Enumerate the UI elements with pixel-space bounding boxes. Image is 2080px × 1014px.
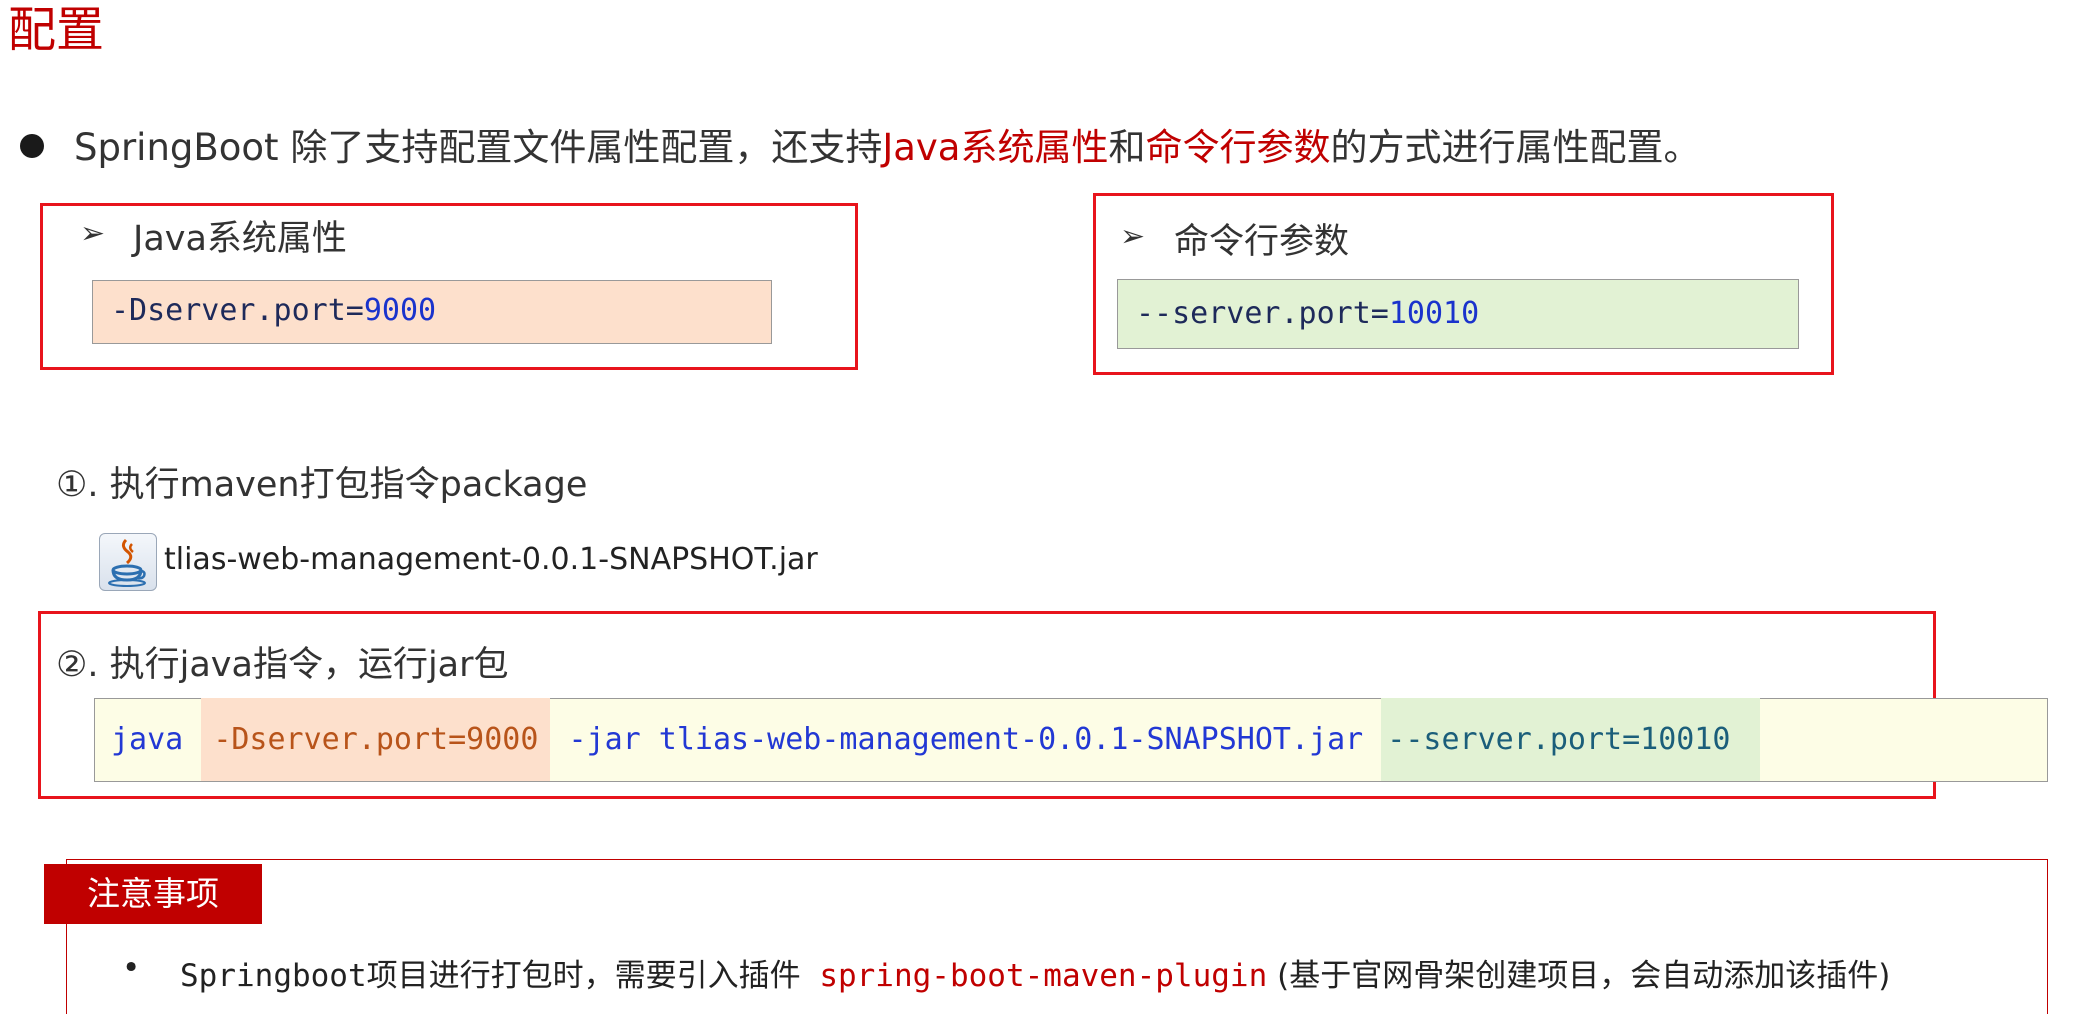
cmd-dprop: -Dserver.port=9000 (201, 698, 551, 781)
jar-file-name[interactable]: tlias-web-management-0.0.1-SNAPSHOT.jar (164, 542, 818, 577)
cmd-code-key: --server.port= (1136, 296, 1389, 331)
page-title: 配置 (8, 2, 105, 58)
notice-text-prefix: Springboot项目进行打包时，需要引入插件 (180, 958, 820, 994)
intro-suffix: 的方式进行属性配置。 (1330, 126, 1701, 169)
notice-text: Springboot项目进行打包时，需要引入插件 spring-boot-mav… (180, 950, 1890, 995)
java-props-label: Java系统属性 (133, 219, 347, 259)
arrow-icon: ➢ (80, 216, 106, 251)
notice-bullet: • (122, 950, 141, 986)
notice-plugin: spring-boot-maven-plugin (819, 958, 1268, 994)
intro-prefix: SpringBoot 除了支持配置文件属性配置，还支持 (74, 126, 883, 169)
java-props-code: -Dserver.port=9000 (92, 280, 772, 344)
notice-text-suffix: (基于官网骨架创建项目，会自动添加该插件) (1267, 958, 1891, 994)
cmd-args-label: 命令行参数 (1174, 222, 1350, 262)
step1-label: ①. 执行maven打包指令package (56, 465, 588, 505)
notice-tag: 注意事项 (44, 864, 262, 924)
java-jar-icon (99, 533, 157, 591)
cmd-arg: --server.port=10010 (1381, 698, 1761, 781)
intro-and: 和 (1108, 126, 1146, 169)
cmd-jar: -jar tlias-web-management-0.0.1-SNAPSHOT… (550, 722, 1382, 757)
cmd-args-code: --server.port=10010 (1117, 279, 1799, 349)
arrow-icon: ➢ (1120, 219, 1146, 254)
cmd-java: java (111, 722, 202, 757)
intro-java-props: Java系统属性 (882, 126, 1109, 169)
cmd-code-value: 10010 (1388, 296, 1480, 331)
intro-cmd-args: 命令行参数 (1145, 126, 1331, 169)
java-code-key: -Dserver.port= (111, 293, 364, 328)
step2-label: ②. 执行java指令，运行jar包 (56, 645, 509, 685)
intro-text: SpringBoot 除了支持配置文件属性配置，还支持Java系统属性和命令行参… (74, 124, 1700, 172)
run-command-line: java -Dserver.port=9000 -jar tlias-web-m… (94, 698, 2048, 782)
java-code-value: 9000 (363, 293, 437, 328)
bullet-dot (20, 134, 44, 158)
